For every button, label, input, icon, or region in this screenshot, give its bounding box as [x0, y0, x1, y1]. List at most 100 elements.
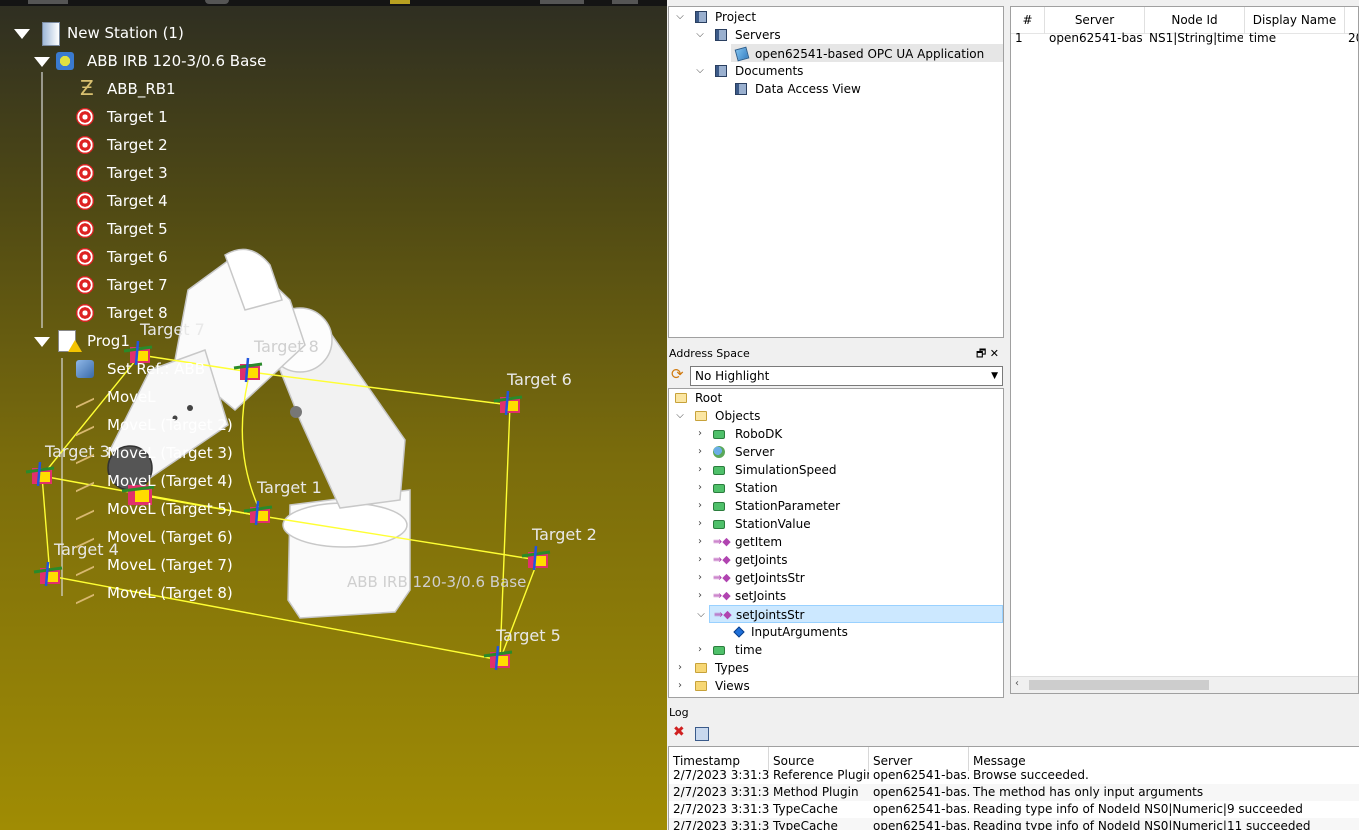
close-icon[interactable]: ✕ [990, 347, 999, 360]
clear-log-icon[interactable]: ✖ [673, 724, 685, 740]
chevron-right-icon[interactable]: › [695, 533, 705, 551]
chevron-right-icon[interactable]: › [695, 569, 705, 587]
chevron-right-icon[interactable]: › [695, 425, 705, 443]
chevron-right-icon[interactable]: › [675, 659, 685, 677]
log-cell[interactable]: 2/7/2023 3:31:3... [669, 784, 769, 801]
tree-station[interactable]: New Station (1) [14, 20, 314, 46]
log-cell[interactable]: open62541-bas... [869, 767, 969, 784]
chevron-right-icon[interactable]: › [675, 677, 685, 695]
log-cell[interactable]: open62541-bas... [869, 784, 969, 801]
tree-node-getitem[interactable]: › ⇛◆ getItem [669, 533, 1003, 551]
tree-instruction[interactable]: MoveL (Target 8) [76, 580, 276, 606]
panel-buttons[interactable]: 🗗 ✕ [976, 345, 999, 363]
scrollbar-thumb[interactable] [1029, 680, 1209, 690]
expand-arrow-icon[interactable] [34, 57, 50, 67]
log-cell[interactable]: Method Plugin [769, 784, 869, 801]
tree-root[interactable]: Root [669, 389, 1003, 407]
tree-target[interactable]: Target 5 [76, 216, 276, 242]
horizontal-scrollbar[interactable]: ‹ [1011, 676, 1358, 693]
log-cell[interactable]: Browse succeeded. [969, 767, 1359, 784]
tree-servers[interactable]: ⌵ Servers [669, 26, 1003, 44]
folder-icon [695, 411, 707, 421]
refresh-icon[interactable]: ⟳ [671, 365, 684, 383]
cell-index[interactable]: 1 [1015, 29, 1041, 47]
log-cell[interactable]: The method has only input arguments [969, 784, 1359, 801]
log-cell[interactable]: Reading type info of NodeId NS0|Numeric|… [969, 818, 1359, 830]
log-cell[interactable]: open62541-bas... [869, 801, 969, 818]
tree-robot-base[interactable]: ABB IRB 120-3/0.6 Base [34, 48, 334, 74]
chevron-down-icon[interactable]: ⌵ [696, 606, 706, 624]
chevron-right-icon[interactable]: › [695, 587, 705, 605]
highlight-select[interactable]: No Highlight ▼ [690, 366, 1003, 386]
save-log-icon[interactable] [695, 727, 709, 741]
cell-display-name[interactable]: time [1249, 29, 1343, 47]
tree-node-server[interactable]: › Server [669, 443, 1003, 461]
expand-arrow-icon[interactable] [34, 337, 50, 347]
log-cell[interactable]: 2/7/2023 3:31:3... [669, 767, 769, 784]
tree-types[interactable]: › Types [669, 659, 1003, 677]
cell-server[interactable]: open62541-bas... [1049, 29, 1143, 47]
tree-program[interactable]: Prog1 [34, 328, 234, 354]
tree-target[interactable]: Target 2 [76, 132, 276, 158]
tree-node-getjointsstr[interactable]: › ⇛◆ getJointsStr [669, 569, 1003, 587]
log-cell[interactable]: Reading type info of NodeId NS0|Numeric|… [969, 801, 1359, 818]
chevron-down-icon[interactable]: ⌵ [675, 407, 685, 425]
tree-instruction[interactable]: MoveL (Target 6) [76, 524, 276, 550]
tree-instruction[interactable]: MoveL (Target 5) [76, 496, 276, 522]
tree-project[interactable]: ⌵ Project [669, 8, 1003, 26]
tree-target[interactable]: Target 4 [76, 188, 276, 214]
tree-node-setjointsstr[interactable]: ⌵ ⇛◆ setJointsStr [697, 605, 1003, 623]
cell-node-id[interactable]: NS1|String|time [1149, 29, 1243, 47]
tree-node-robodk[interactable]: › RoboDK [669, 425, 1003, 443]
chevron-down-icon[interactable]: ⌵ [695, 26, 705, 44]
tree-documents[interactable]: ⌵ Documents [669, 62, 1003, 80]
tree-target[interactable]: Target 8 [76, 300, 276, 326]
cell-value[interactable]: 20 [1348, 29, 1358, 47]
chevron-right-icon[interactable]: › [695, 479, 705, 497]
tree-node-getjoints[interactable]: › ⇛◆ getJoints [669, 551, 1003, 569]
tree-target[interactable]: Target 3 [76, 160, 276, 186]
tree-instruction[interactable]: MoveL (Target 7) [76, 552, 276, 578]
3d-viewport[interactable]: Target 7 Target 8 Target 6 Target 3 Targ… [0, 0, 667, 830]
tree-target[interactable]: Target 1 [76, 104, 276, 130]
time-label: time [735, 643, 763, 657]
chevron-right-icon[interactable]: › [695, 443, 705, 461]
tree-views[interactable]: › Views [669, 677, 1003, 695]
chevron-right-icon[interactable]: › [695, 515, 705, 533]
tree-document-item[interactable]: Data Access View [669, 80, 1003, 98]
tree-robot[interactable]: Ƶ ABB_RB1 [76, 76, 276, 102]
expand-arrow-icon[interactable] [14, 29, 30, 39]
log-cell[interactable]: 2/7/2023 3:31:3... [669, 818, 769, 830]
chevron-down-icon[interactable]: ⌵ [695, 62, 705, 80]
chevron-right-icon[interactable]: › [695, 551, 705, 569]
chevron-right-icon[interactable]: › [695, 497, 705, 515]
tree-node-stationparameter[interactable]: › StationParameter [669, 497, 1003, 515]
log-cell[interactable]: TypeCache [769, 818, 869, 830]
tree-instruction[interactable]: MoveL [76, 384, 276, 410]
tree-node-stationvalue[interactable]: › StationValue [669, 515, 1003, 533]
log-cell[interactable]: open62541-bas... [869, 818, 969, 830]
log-cell[interactable]: Reference Plugin [769, 767, 869, 784]
warning-icon [68, 340, 82, 352]
tree-server-item[interactable]: open62541-based OPC UA Application [731, 44, 1003, 62]
chevron-right-icon[interactable]: › [695, 641, 705, 659]
tree-instruction[interactable]: MoveL (Target 4) [76, 468, 276, 494]
tree-target[interactable]: Target 6 [76, 244, 276, 270]
tree-node-station[interactable]: › Station [669, 479, 1003, 497]
tree-instruction[interactable]: MoveL (Target 2) [76, 412, 276, 438]
tree-objects[interactable]: ⌵ Objects [669, 407, 1003, 425]
log-cell[interactable]: 2/7/2023 3:31:3... [669, 801, 769, 818]
tree-node-setjoints[interactable]: › ⇛◆ setJoints [669, 587, 1003, 605]
scroll-left-icon[interactable]: ‹ [1015, 678, 1019, 689]
tree-time[interactable]: › time [669, 641, 1003, 659]
chevron-right-icon[interactable]: › [695, 461, 705, 479]
tree-instruction[interactable]: MoveL (Target 3) [76, 440, 276, 466]
tree-input-arguments[interactable]: InputArguments [669, 623, 1003, 641]
tree-node-simulationspeed[interactable]: › SimulationSpeed [669, 461, 1003, 479]
float-icon[interactable]: 🗗 [976, 347, 986, 360]
tree-target[interactable]: Target 7 [76, 272, 276, 298]
chevron-down-icon[interactable]: ⌵ [675, 8, 685, 26]
log-cell[interactable]: TypeCache [769, 801, 869, 818]
dropdown-arrow-icon[interactable]: ▼ [991, 367, 998, 385]
tree-instruction[interactable]: Set Ref.: ABB [76, 356, 276, 382]
